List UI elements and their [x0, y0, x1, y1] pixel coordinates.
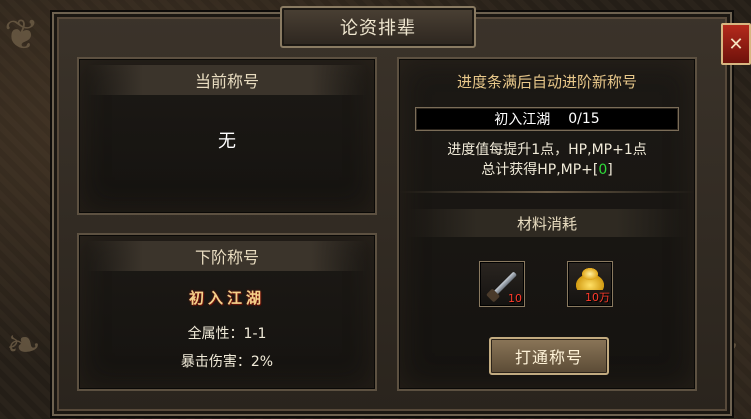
current-title-panel: 当前称号 无	[77, 57, 377, 215]
material-slot-sword[interactable]: 10	[479, 261, 525, 307]
total-bonus-value: 0	[598, 162, 608, 178]
progress-label: 初入江湖	[494, 112, 551, 128]
materials-header-label: 材料消耗	[516, 214, 577, 233]
current-title-header: 当前称号	[87, 65, 367, 95]
next-title-header-label: 下阶称号	[194, 248, 259, 267]
next-title-stat-all-attributes: 全属性：1-1	[187, 326, 267, 342]
progress-desc-line2: 总计获得HP,MP+[0]	[399, 159, 695, 179]
next-title-name: 初入江湖	[188, 289, 265, 307]
unlock-title-button[interactable]: 打通称号	[489, 337, 609, 375]
gold-ingot-icon	[576, 268, 604, 290]
material-count: 10	[508, 292, 522, 305]
progress-bar: 初入江湖 0/15	[415, 107, 679, 131]
progress-text: 初入江湖 0/15	[416, 108, 678, 130]
material-count: 10万	[585, 291, 610, 304]
next-title-header: 下阶称号	[87, 241, 367, 271]
window-title: 论资排辈	[340, 18, 416, 39]
next-title-stat-crit-damage: 暴击伤害：2%	[180, 354, 274, 370]
current-title-header-label: 当前称号	[194, 72, 259, 91]
window-title-plate: 论资排辈	[280, 6, 476, 48]
next-title-panel: 下阶称号 初入江湖 全属性：1-1 暴击伤害：2%	[77, 233, 377, 391]
close-button[interactable]: ✕	[721, 23, 751, 65]
total-bonus-suffix: ]	[607, 162, 613, 178]
section-divider	[399, 191, 695, 193]
current-title-value: 无	[218, 131, 236, 152]
progress-desc-line1: 进度值每提升1点，HP,MP+1点	[447, 142, 647, 158]
advance-header: 进度条满后自动进阶新称号	[456, 73, 637, 91]
dragon-ornament-icon: ❦	[4, 10, 40, 59]
close-icon: ✕	[728, 33, 744, 55]
advance-panel: 进度条满后自动进阶新称号 初入江湖 0/15 进度值每提升1点，HP,MP+1点…	[397, 57, 697, 391]
unlock-title-button-label: 打通称号	[514, 348, 583, 367]
materials-header: 材料消耗	[407, 209, 687, 237]
progress-value: 0/15	[568, 111, 600, 127]
material-slot-gold[interactable]: 10万	[567, 261, 613, 307]
dragon-ornament-icon: ❧	[6, 320, 42, 369]
total-bonus-prefix: 总计获得HP,MP+[	[481, 162, 599, 178]
